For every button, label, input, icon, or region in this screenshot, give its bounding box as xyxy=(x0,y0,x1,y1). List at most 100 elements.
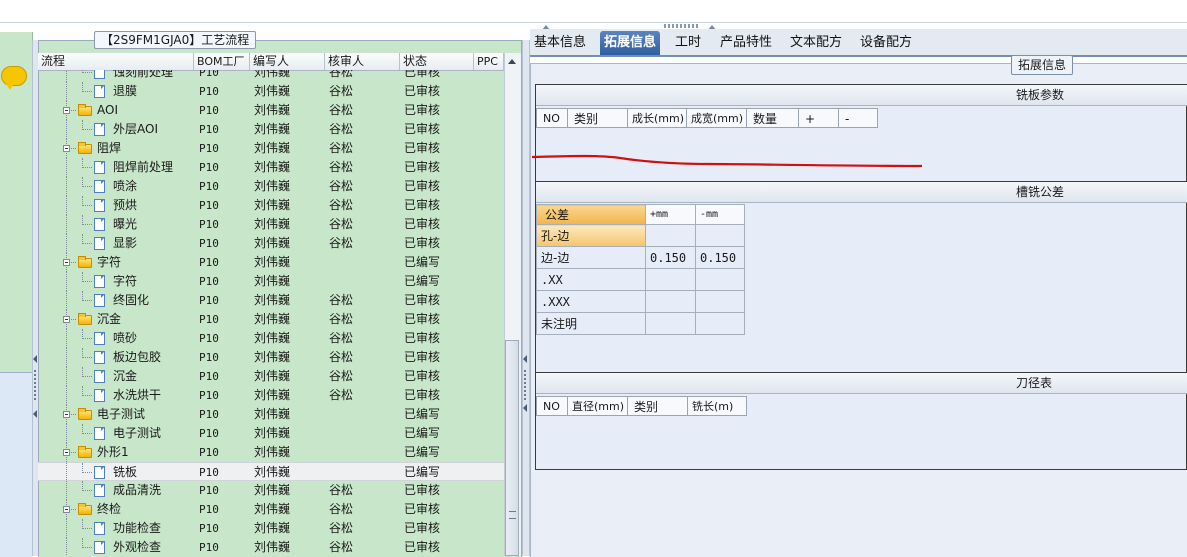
tol-row-label[interactable]: 孔-边 xyxy=(536,224,646,247)
tree-item-row[interactable]: 字符 P10 刘伟巍 已编写 xyxy=(38,272,504,291)
tree-item-row[interactable]: 功能检查 P10 刘伟巍 谷松 已审核 xyxy=(38,519,504,538)
tol-plus-cell[interactable] xyxy=(645,290,696,313)
tab-equipment-recipe[interactable]: 设备配方 xyxy=(856,31,916,55)
tree-item-row[interactable]: 电子测试 P10 刘伟巍 已编写 xyxy=(38,424,504,443)
tree-node-label: 沉金 xyxy=(113,369,138,383)
tool-col-category[interactable]: 类别 xyxy=(628,396,688,416)
col-header-reviewer[interactable]: 核审人 xyxy=(325,53,400,70)
tab-product-characteristics[interactable]: 产品特性 xyxy=(716,31,776,55)
tol-minus-cell[interactable]: 0.150 xyxy=(695,246,745,269)
tol-plus-cell[interactable] xyxy=(645,312,696,335)
tree-item-row[interactable]: 沉金 P10 刘伟巍 谷松 已审核 xyxy=(38,367,504,386)
tol-row-label[interactable]: 未注明 xyxy=(536,312,646,335)
chat-bubble-icon[interactable] xyxy=(1,66,27,90)
author-cell: 刘伟巍 xyxy=(254,465,291,479)
tree-folder-row[interactable]: 终检 P10 刘伟巍 谷松 已审核 xyxy=(38,500,504,519)
tree-item-row[interactable]: 喷砂 P10 刘伟巍 谷松 已审核 xyxy=(38,329,504,348)
tree-item-row[interactable]: 水洗烘干 P10 刘伟巍 谷松 已审核 xyxy=(38,386,504,405)
tree-connector xyxy=(66,82,67,101)
tree-item-row[interactable]: 预烘 P10 刘伟巍 谷松 已审核 xyxy=(38,196,504,215)
tree-connector xyxy=(66,70,67,82)
reviewer-cell: 谷松 xyxy=(329,331,354,345)
bom-plant-cell: P10 xyxy=(199,199,219,212)
col-header-author[interactable]: 编写人 xyxy=(250,53,325,70)
board-add-button[interactable]: + xyxy=(799,108,839,128)
tree-folder-row[interactable]: 字符 P10 刘伟巍 已编写 xyxy=(38,253,504,272)
tol-row-label[interactable]: .XXX xyxy=(536,290,646,313)
collapse-toggle-icon[interactable] xyxy=(63,259,70,266)
tab-extended-info[interactable]: 拓展信息 xyxy=(600,31,661,55)
folder-icon xyxy=(78,313,92,325)
tol-minus-cell[interactable] xyxy=(695,224,745,247)
col-header-ppc[interactable]: PPC xyxy=(474,53,504,70)
tol-plus-cell[interactable] xyxy=(645,224,696,247)
tol-plus-cell[interactable] xyxy=(645,268,696,291)
col-header-status[interactable]: 状态 xyxy=(400,53,474,70)
tol-minus-cell[interactable] xyxy=(695,268,745,291)
collapse-toggle-icon[interactable] xyxy=(63,107,70,114)
tol-row-label[interactable]: 边-边 xyxy=(536,246,646,269)
board-col-length[interactable]: 成长(mm) xyxy=(628,108,687,128)
tree-item-row[interactable]: 显影 P10 刘伟巍 谷松 已审核 xyxy=(38,234,504,253)
tree-connector xyxy=(82,472,92,473)
tree-item-row[interactable]: 喷涂 P10 刘伟巍 谷松 已审核 xyxy=(38,177,504,196)
board-col-width[interactable]: 成宽(mm) xyxy=(687,108,747,128)
reviewer-cell: 谷松 xyxy=(329,483,354,497)
reviewer-cell: 谷松 xyxy=(329,350,354,364)
status-cell: 已审核 xyxy=(404,103,441,117)
tree-item-row[interactable]: 终固化 P10 刘伟巍 谷松 已审核 xyxy=(38,291,504,310)
reviewer-cell: 谷松 xyxy=(329,179,354,193)
board-params-title: 铣板参数 xyxy=(1016,88,1065,102)
tree-folder-row[interactable]: 阻焊 P10 刘伟巍 谷松 已审核 xyxy=(38,139,504,158)
tol-plus-cell[interactable]: 0.150 xyxy=(645,246,696,269)
tol-minus-cell[interactable] xyxy=(695,312,745,335)
tab-text-recipe[interactable]: 文本配方 xyxy=(786,31,846,55)
collapse-toggle-icon[interactable] xyxy=(63,145,70,152)
board-col-qty[interactable]: 数量 xyxy=(747,108,799,128)
tree-item-row[interactable]: 外观检查 P10 刘伟巍 谷松 已审核 xyxy=(38,538,504,556)
board-col-category[interactable]: 类别 xyxy=(568,108,628,128)
collapse-toggle-icon[interactable] xyxy=(63,411,70,418)
tab-basic-info[interactable]: 基本信息 xyxy=(530,31,590,55)
tol-row-label[interactable]: .XX xyxy=(536,268,646,291)
author-cell: 刘伟巍 xyxy=(254,312,291,326)
tab-work-hours[interactable]: 工时 xyxy=(671,31,705,55)
folder-icon xyxy=(78,503,92,515)
collapse-toggle-icon[interactable] xyxy=(63,316,70,323)
tol-minus-cell[interactable] xyxy=(695,290,745,313)
reviewer-cell: 谷松 xyxy=(329,540,354,554)
tree-item-row[interactable]: 退膜 P10 刘伟巍 谷松 已审核 xyxy=(38,82,504,101)
center-splitter[interactable] xyxy=(522,40,530,556)
tree-folder-row[interactable]: 外形1 P10 刘伟巍 已编写 xyxy=(38,443,504,462)
collapse-toggle-icon[interactable] xyxy=(63,449,70,456)
tree-scrollbar-thumb[interactable] xyxy=(505,340,519,556)
splitter-grip[interactable] xyxy=(664,24,698,28)
col-header-process[interactable]: 流程 xyxy=(38,53,194,70)
bom-plant-cell: P10 xyxy=(199,294,219,307)
col-header-bom-plant[interactable]: BOM工厂 xyxy=(194,53,250,70)
bom-plant-cell: P10 xyxy=(199,522,219,535)
process-tree-body: 蚀刻前处理 P10 刘伟巍 谷松 已审核 退膜 P10 刘伟巍 谷松 已审核 AOI P10 刘伟巍 谷松… xyxy=(38,70,504,556)
tree-node-label: 铣板 xyxy=(113,465,138,479)
tree-item-row[interactable]: 铣板 P10 刘伟巍 已编写 xyxy=(38,462,504,482)
tree-folder-row[interactable]: AOI P10 刘伟巍 谷松 已审核 xyxy=(38,101,504,120)
tree-item-row[interactable]: 成品清洗 P10 刘伟巍 谷松 已审核 xyxy=(38,481,504,500)
scroll-up-icon[interactable] xyxy=(508,59,516,64)
tree-item-row[interactable]: 板边包胶 P10 刘伟巍 谷松 已审核 xyxy=(38,348,504,367)
tree-item-row[interactable]: 蚀刻前处理 P10 刘伟巍 谷松 已审核 xyxy=(38,70,504,82)
tool-col-no[interactable]: NO xyxy=(536,396,568,416)
collapse-toggle-icon[interactable] xyxy=(63,506,70,513)
tree-item-row[interactable]: 阻焊前处理 P10 刘伟巍 谷松 已审核 xyxy=(38,158,504,177)
tree-folder-row[interactable]: 沉金 P10 刘伟巍 谷松 已审核 xyxy=(38,310,504,329)
board-remove-button[interactable]: - xyxy=(839,108,878,128)
tree-item-row[interactable]: 外层AOI P10 刘伟巍 谷松 已审核 xyxy=(38,120,504,139)
tool-col-mill-length[interactable]: 铣长(m) xyxy=(688,396,747,416)
board-col-no[interactable]: NO xyxy=(536,108,568,128)
tree-item-row[interactable]: 曝光 P10 刘伟巍 谷松 已审核 xyxy=(38,215,504,234)
tree-folder-row[interactable]: 电子测试 P10 刘伟巍 已编写 xyxy=(38,405,504,424)
status-cell: 已审核 xyxy=(404,141,441,155)
tool-col-diameter[interactable]: 直径(mm) xyxy=(568,396,628,416)
tree-node-label: 外层AOI xyxy=(113,122,158,136)
tree-node-label: 退膜 xyxy=(113,84,138,98)
author-cell: 刘伟巍 xyxy=(254,141,291,155)
